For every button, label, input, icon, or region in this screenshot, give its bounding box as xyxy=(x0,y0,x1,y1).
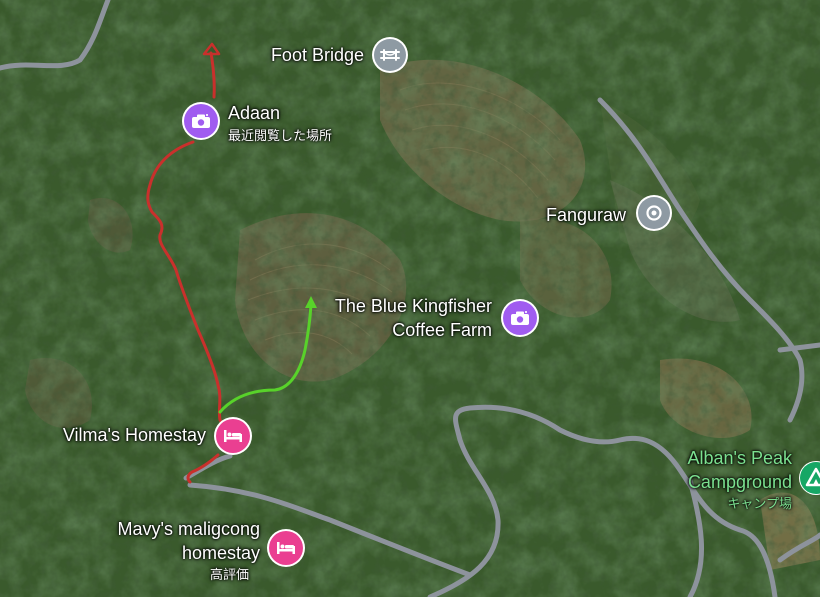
adaan-recent-note: 最近閲覧した場所 xyxy=(228,128,333,143)
vilmas-homestay-label[interactable]: Vilma's Homestay xyxy=(30,425,206,446)
bed-icon xyxy=(276,541,296,555)
fanguraw-label[interactable]: Fanguraw xyxy=(514,205,626,226)
bed-icon xyxy=(223,429,243,443)
location-dot-icon xyxy=(646,205,662,221)
blue-kingfisher-pin[interactable] xyxy=(503,301,537,335)
camera-icon xyxy=(510,310,530,326)
mavys-label-line2[interactable]: homestay xyxy=(80,543,260,564)
albans-peak-pin[interactable] xyxy=(799,461,820,495)
adaan-pin[interactable] xyxy=(184,104,218,138)
mavys-rating-note: 高評価 xyxy=(210,567,250,582)
mavys-label-line1[interactable]: Mavy's maligcong xyxy=(80,519,261,540)
fanguraw-pin[interactable] xyxy=(638,197,670,229)
bridge-icon xyxy=(380,47,400,63)
blue-kingfisher-label-line1[interactable]: The Blue Kingfisher xyxy=(300,296,492,317)
adaan-label[interactable]: Adaan xyxy=(228,103,280,124)
albans-peak-label-line1[interactable]: Alban's Peak xyxy=(640,448,792,469)
campground-icon xyxy=(799,461,820,495)
mavys-homestay-pin[interactable] xyxy=(269,531,303,565)
vilmas-homestay-pin[interactable] xyxy=(216,419,250,453)
foot-bridge-label[interactable]: Foot Bridge xyxy=(230,45,364,66)
foot-bridge-pin[interactable] xyxy=(374,39,406,71)
blue-kingfisher-label-line2[interactable]: Coffee Farm xyxy=(300,320,492,341)
camera-icon xyxy=(191,113,211,129)
albans-peak-category-note: キャンプ場 xyxy=(727,496,792,511)
satellite-map[interactable]: Foot Bridge Adaan 最近閲覧した場所 Fanguraw The … xyxy=(0,0,820,597)
albans-peak-label-line2[interactable]: Campground xyxy=(640,472,792,493)
